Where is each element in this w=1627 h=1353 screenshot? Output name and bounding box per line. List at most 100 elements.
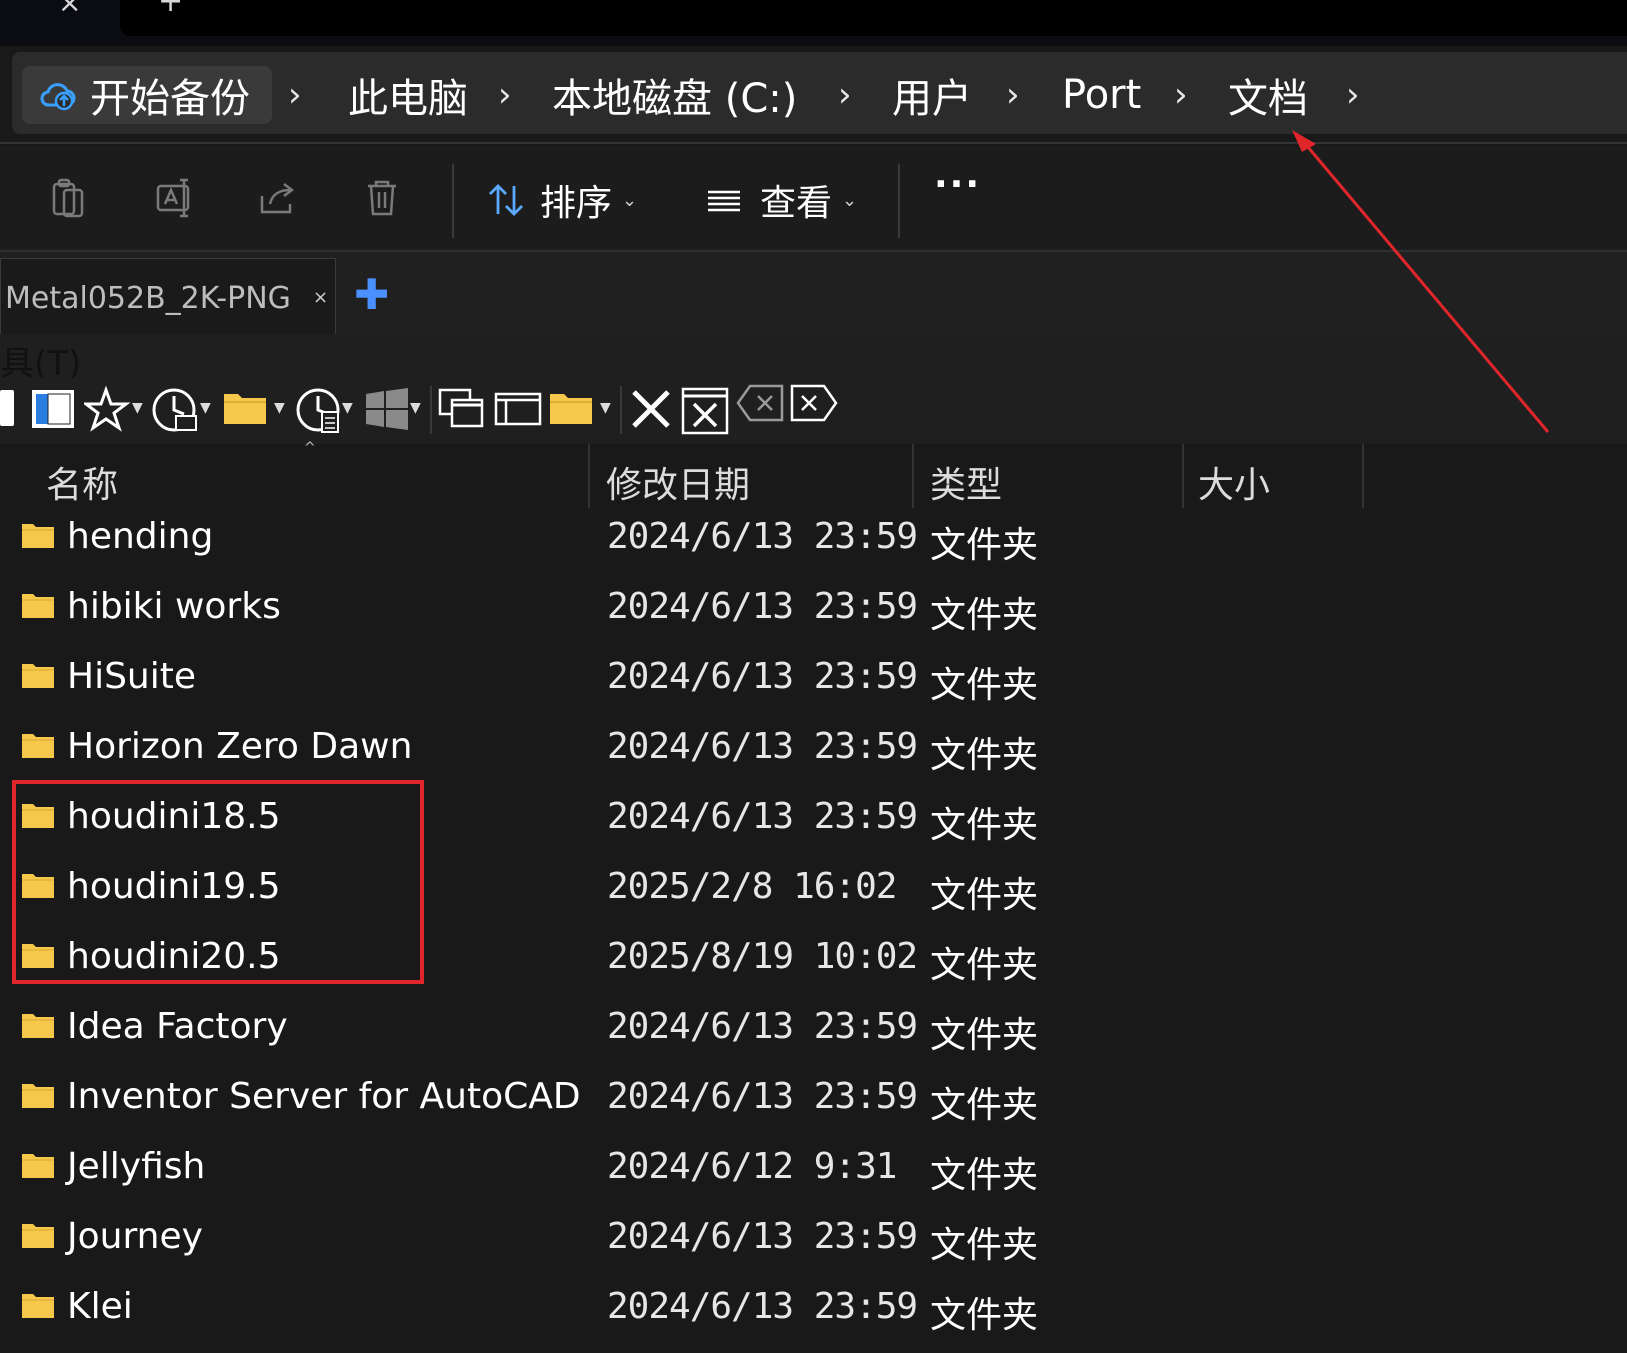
folder-icon — [22, 664, 54, 688]
file-name: Jellyfish — [67, 1146, 206, 1187]
chevron-down-icon[interactable]: ▼ — [274, 400, 285, 416]
chevron-down-icon[interactable]: ▼ — [600, 400, 611, 416]
add-tab-icon[interactable]: ✚ — [354, 270, 389, 319]
tile-windows-icon[interactable] — [494, 386, 542, 432]
folder-icon — [22, 734, 54, 758]
sort-label: 排序 — [540, 183, 613, 224]
file-name: hending — [67, 516, 214, 557]
column-divider[interactable] — [1362, 444, 1364, 508]
more-options-button[interactable]: ··· — [934, 164, 981, 205]
list-item[interactable]: Horizon Zero Dawn 2024/6/13 23:59 文件夹 — [0, 718, 1627, 788]
backspace-close-icon[interactable] — [736, 382, 786, 424]
breadcrumb-separator[interactable]: › — [838, 66, 852, 124]
file-modified: 2025/2/8 16:02 — [607, 866, 897, 907]
active-tab[interactable] — [120, 0, 1627, 36]
partial-window-icon[interactable] — [0, 390, 14, 426]
qt-tab[interactable]: Metal052B_2K-PNG × — [0, 258, 336, 334]
chevron-down-icon[interactable]: ▼ — [132, 400, 143, 416]
file-name: hibiki works — [67, 586, 281, 627]
file-name: HiSuite — [67, 656, 197, 697]
chevron-down-icon[interactable]: ▼ — [200, 400, 211, 416]
sort-ascending-icon: ^ — [304, 440, 316, 456]
breadcrumb-users[interactable]: 用户 — [892, 66, 972, 124]
file-type: 文件夹 — [930, 1155, 1039, 1196]
list-view-icon — [708, 190, 740, 212]
column-divider[interactable] — [912, 444, 914, 508]
file-type: 文件夹 — [930, 1085, 1039, 1126]
folder-icon — [22, 1014, 54, 1038]
start-backup-button[interactable]: 开始备份 — [22, 66, 272, 124]
cascade-windows-icon[interactable] — [438, 386, 486, 432]
list-item[interactable]: Jellyfish 2024/6/12 9:31 文件夹 — [0, 1138, 1627, 1208]
file-modified: 2024/6/13 23:59 — [607, 1076, 918, 1117]
toolbar-divider — [452, 164, 454, 238]
file-name: Horizon Zero Dawn — [67, 726, 413, 767]
copy-icon[interactable] — [48, 176, 92, 220]
list-item[interactable]: Journey 2024/6/13 23:59 文件夹 — [0, 1208, 1627, 1278]
chevron-down-icon[interactable]: ▼ — [342, 400, 353, 416]
recent-files-icon[interactable] — [294, 386, 346, 436]
list-item[interactable]: Klei 2024/6/13 23:59 文件夹 — [0, 1278, 1627, 1348]
chevron-down-icon[interactable]: ▼ — [410, 400, 421, 416]
close-icon[interactable] — [628, 386, 674, 432]
annotation-arrow — [1292, 130, 1550, 433]
breadcrumb-separator[interactable]: › — [1006, 66, 1020, 124]
breadcrumb-this-pc[interactable]: 此电脑 — [348, 66, 468, 124]
file-type: 文件夹 — [930, 665, 1039, 706]
column-size[interactable]: 大小 — [1198, 456, 1270, 508]
star-icon[interactable] — [84, 386, 134, 436]
list-item[interactable]: HiSuite 2024/6/13 23:59 文件夹 — [0, 648, 1627, 718]
folder-icon — [22, 594, 54, 618]
title-bar: × + — [0, 0, 1627, 46]
folder-icon[interactable] — [548, 390, 594, 426]
list-item[interactable]: hending 2024/6/13 23:59 文件夹 — [0, 508, 1627, 578]
column-divider[interactable] — [588, 444, 590, 508]
qt-tab-label: Metal052B_2K-PNG — [5, 281, 291, 316]
file-name: Inventor Server for AutoCAD — [67, 1076, 581, 1117]
file-modified: 2024/6/13 23:59 — [607, 656, 918, 697]
file-name: Klei — [67, 1286, 133, 1327]
list-item[interactable]: Idea Factory 2024/6/13 23:59 文件夹 — [0, 998, 1627, 1068]
share-icon[interactable] — [256, 176, 300, 220]
file-type: 文件夹 — [930, 1295, 1039, 1336]
column-name[interactable]: 名称 — [46, 456, 118, 508]
column-divider[interactable] — [1182, 444, 1184, 508]
start-backup-label: 开始备份 — [90, 76, 250, 122]
file-modified: 2024/6/12 9:31 — [607, 1146, 897, 1187]
folder-icon[interactable] — [222, 390, 268, 426]
breadcrumb-documents[interactable]: 文档 — [1228, 66, 1308, 124]
close-tab-icon[interactable]: × — [58, 0, 81, 19]
address-bar[interactable]: 开始备份 › 此电脑 › 本地磁盘 (C:) › 用户 › Port › 文档 … — [12, 52, 1627, 134]
file-type: 文件夹 — [930, 595, 1039, 636]
file-type: 文件夹 — [930, 945, 1039, 986]
list-item[interactable]: hibiki works 2024/6/13 23:59 文件夹 — [0, 578, 1627, 648]
pane-toggle-icon[interactable] — [30, 386, 76, 432]
file-modified: 2024/6/13 23:59 — [607, 1216, 918, 1257]
column-type[interactable]: 类型 — [930, 456, 1002, 508]
list-item[interactable]: Inventor Server for AutoCAD 2024/6/13 23… — [0, 1068, 1627, 1138]
rename-icon[interactable] — [154, 176, 198, 220]
delete-icon[interactable] — [360, 176, 404, 220]
breadcrumb-separator[interactable]: › — [1174, 66, 1188, 124]
sort-button[interactable]: 排序 ⌄ — [486, 174, 637, 226]
column-modified[interactable]: 修改日期 — [606, 456, 750, 508]
windows-icon[interactable] — [364, 386, 410, 432]
close-icon[interactable]: × — [313, 287, 328, 308]
sort-icon — [489, 184, 523, 216]
file-type: 文件夹 — [930, 875, 1039, 916]
history-icon[interactable] — [150, 386, 202, 436]
breadcrumb-separator[interactable]: › — [1346, 66, 1360, 124]
breadcrumb-separator[interactable]: › — [498, 66, 512, 124]
breadcrumb-local-disk[interactable]: 本地磁盘 (C:) — [552, 66, 797, 124]
breadcrumb-port[interactable]: Port — [1062, 66, 1141, 124]
file-modified: 2024/6/13 23:59 — [607, 586, 918, 627]
breadcrumb-separator[interactable]: › — [288, 66, 302, 124]
file-name: Idea Factory — [67, 1006, 288, 1047]
view-button[interactable]: 查看 ⌄ — [704, 174, 857, 226]
chevron-down-icon: ⌄ — [842, 189, 858, 211]
file-type: 文件夹 — [930, 525, 1039, 566]
new-tab-icon[interactable]: + — [158, 0, 183, 19]
close-right-icon[interactable] — [788, 382, 838, 424]
close-window-icon[interactable] — [680, 386, 730, 436]
file-type: 文件夹 — [930, 735, 1039, 776]
